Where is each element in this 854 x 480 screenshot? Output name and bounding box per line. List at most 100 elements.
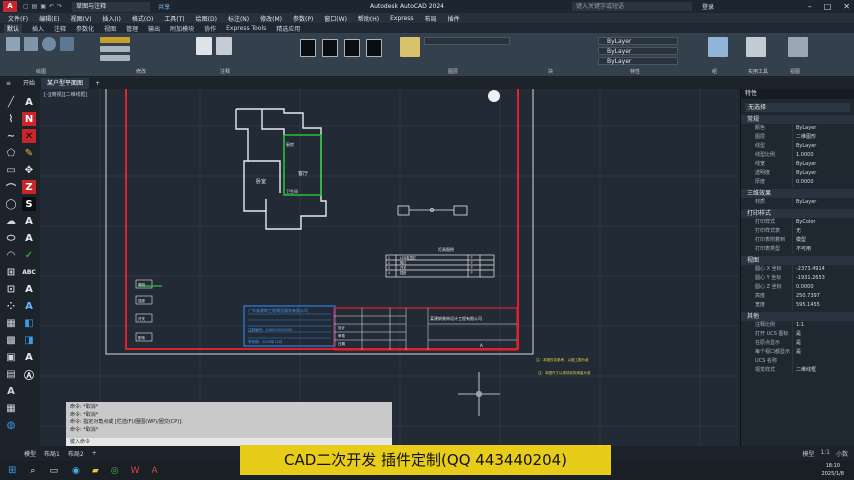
stretch-icon[interactable]: [100, 55, 130, 61]
base-view-icon[interactable]: [788, 37, 808, 57]
prop-row[interactable]: 圆心 Y 坐标 -1931.2653: [741, 274, 854, 283]
prop-row[interactable]: 在原点显示是: [741, 339, 854, 348]
text-a2-icon[interactable]: A: [22, 214, 36, 228]
prop-row[interactable]: UCS 名称: [741, 357, 854, 366]
xx3-icon[interactable]: [344, 39, 360, 57]
text-a-icon[interactable]: A: [22, 95, 36, 109]
task-view-icon[interactable]: ▭: [49, 466, 58, 476]
windows-start-icon[interactable]: ⊞: [8, 465, 16, 476]
sign-in-button[interactable]: 登录: [702, 2, 714, 11]
prop-value[interactable]: [793, 357, 796, 366]
linetype-dropdown[interactable]: ByLayer: [598, 47, 678, 55]
prop-row[interactable]: 圆心 X 坐标 -2373.4914: [741, 265, 854, 274]
tab-parametric[interactable]: 参数化: [76, 24, 94, 33]
prop-value[interactable]: 0.0000: [793, 178, 814, 187]
tab-insert[interactable]: 插入: [32, 24, 44, 33]
s-icon[interactable]: S: [22, 197, 36, 211]
prop-value[interactable]: 二维图形: [793, 133, 816, 142]
spline-icon[interactable]: ∼: [4, 129, 18, 143]
menu-item[interactable]: 编辑(E): [39, 14, 59, 23]
doc-tab-start[interactable]: 开始: [17, 78, 41, 89]
doc-tab-drawing[interactable]: 某户型平面图: [41, 78, 90, 89]
selection-dropdown[interactable]: 无选择: [745, 103, 850, 112]
edge-icon[interactable]: ◉: [72, 466, 80, 476]
prop-value[interactable]: -2373.4914: [793, 265, 825, 274]
prop-row[interactable]: 注释比例 1:1: [741, 321, 854, 330]
prop-value[interactable]: 不可用: [793, 245, 811, 254]
undo-icon[interactable]: ↶: [49, 3, 54, 10]
minimize-icon[interactable]: –: [808, 2, 812, 11]
pencil-icon[interactable]: ✎: [22, 146, 36, 160]
move-icon[interactable]: [100, 37, 130, 43]
ellipse-arc-icon[interactable]: ◠: [4, 248, 18, 262]
prop-row[interactable]: 高度 250.7397: [741, 292, 854, 301]
block-icon[interactable]: ⊡: [4, 282, 18, 296]
layer-dropdown[interactable]: [424, 37, 510, 45]
add-tab-icon[interactable]: +: [89, 80, 106, 87]
prop-value[interactable]: ByLayer: [793, 198, 816, 207]
prop-row[interactable]: 线型 ByLayer: [741, 142, 854, 151]
prop-row[interactable]: 打印样式表无: [741, 227, 854, 236]
menu-item[interactable]: 插入(I): [102, 14, 120, 23]
group-icon[interactable]: [708, 37, 728, 57]
wps-icon[interactable]: W: [131, 466, 140, 476]
menu-item[interactable]: 布局: [425, 14, 437, 23]
rectangle-icon[interactable]: ▭: [4, 163, 18, 177]
tab-express-tools[interactable]: Express Tools: [226, 25, 266, 32]
menu-icon[interactable]: ≡: [0, 80, 17, 87]
maximize-icon[interactable]: □: [824, 2, 832, 11]
prop-value[interactable]: 595.1455: [793, 301, 820, 310]
arc-icon[interactable]: ⌒: [4, 180, 18, 195]
xx1-icon[interactable]: [300, 39, 316, 57]
tab-output[interactable]: 输出: [148, 24, 160, 33]
close-icon[interactable]: ✕: [843, 2, 850, 11]
autocad-taskbar-icon[interactable]: A: [152, 466, 158, 476]
prop-section-header[interactable]: 视图: [741, 256, 854, 265]
prop-row[interactable]: 打印样式 ByColor: [741, 218, 854, 227]
prop-row[interactable]: 打印表附着到 模型: [741, 236, 854, 245]
prop-value[interactable]: 是: [793, 339, 801, 348]
text-a5-icon[interactable]: A: [22, 350, 36, 364]
insert-block-icon[interactable]: ⊞: [4, 265, 18, 279]
prop-value[interactable]: 0.0000: [793, 283, 814, 292]
lineweight-dropdown[interactable]: ByLayer: [598, 57, 678, 65]
pentagon-icon[interactable]: ⬠: [4, 146, 18, 160]
measure-icon[interactable]: [746, 37, 766, 57]
prop-value[interactable]: ByLayer: [793, 124, 816, 133]
prop-row[interactable]: 每个视口都显示是: [741, 348, 854, 357]
prop-section-header[interactable]: 三维效果: [741, 189, 854, 198]
menu-item[interactable]: 格式(O): [132, 14, 153, 23]
cloud-icon[interactable]: ☁: [4, 214, 18, 228]
hatch2-icon[interactable]: ▦: [4, 401, 18, 415]
tab-manage[interactable]: 管理: [126, 24, 138, 33]
text-a3-icon[interactable]: A: [22, 231, 36, 245]
tab-featured-apps[interactable]: 精选应用: [276, 24, 300, 33]
text-icon[interactable]: [196, 37, 212, 55]
prop-row[interactable]: 透明度 ByLayer: [741, 169, 854, 178]
save-icon[interactable]: ▣: [40, 3, 46, 10]
z-icon[interactable]: Z: [22, 180, 36, 194]
prop-value[interactable]: ByLayer: [793, 160, 816, 169]
search-icon[interactable]: ⌕: [30, 466, 35, 476]
menu-item[interactable]: 工具(T): [164, 14, 184, 23]
share-button[interactable]: 共享: [158, 2, 170, 11]
layout-tab-model[interactable]: 模型: [24, 449, 36, 458]
drawing-canvas[interactable]: [-][俯视][二维线框] 卧室 客厅 厨房 卫生间 灯具图例 照明 插座 开关…: [40, 89, 738, 446]
settings-icon[interactable]: ◍: [4, 418, 18, 432]
move-icon[interactable]: ✥: [22, 163, 36, 177]
text-a4-icon[interactable]: A: [22, 282, 36, 296]
menu-item[interactable]: 帮助(H): [358, 14, 379, 23]
prop-row[interactable]: 打印表类型 不可用: [741, 245, 854, 254]
prop-row[interactable]: 图层 二维图形: [741, 133, 854, 142]
dimension-icon[interactable]: [216, 37, 232, 55]
status-units[interactable]: 小数: [836, 449, 848, 458]
blue-block2-icon[interactable]: ◨: [22, 333, 36, 347]
cross-icon[interactable]: ✕: [22, 129, 36, 143]
prop-value[interactable]: 1.0000: [793, 151, 814, 160]
menu-item[interactable]: 插件: [448, 14, 460, 23]
prop-row[interactable]: 视觉样式 二维线框: [741, 366, 854, 375]
add-layout-icon[interactable]: +: [92, 450, 97, 457]
prop-row[interactable]: 圆心 Z 坐标 0.0000: [741, 283, 854, 292]
layout-tab-2[interactable]: 布局2: [68, 449, 84, 458]
tab-view[interactable]: 视图: [104, 24, 116, 33]
